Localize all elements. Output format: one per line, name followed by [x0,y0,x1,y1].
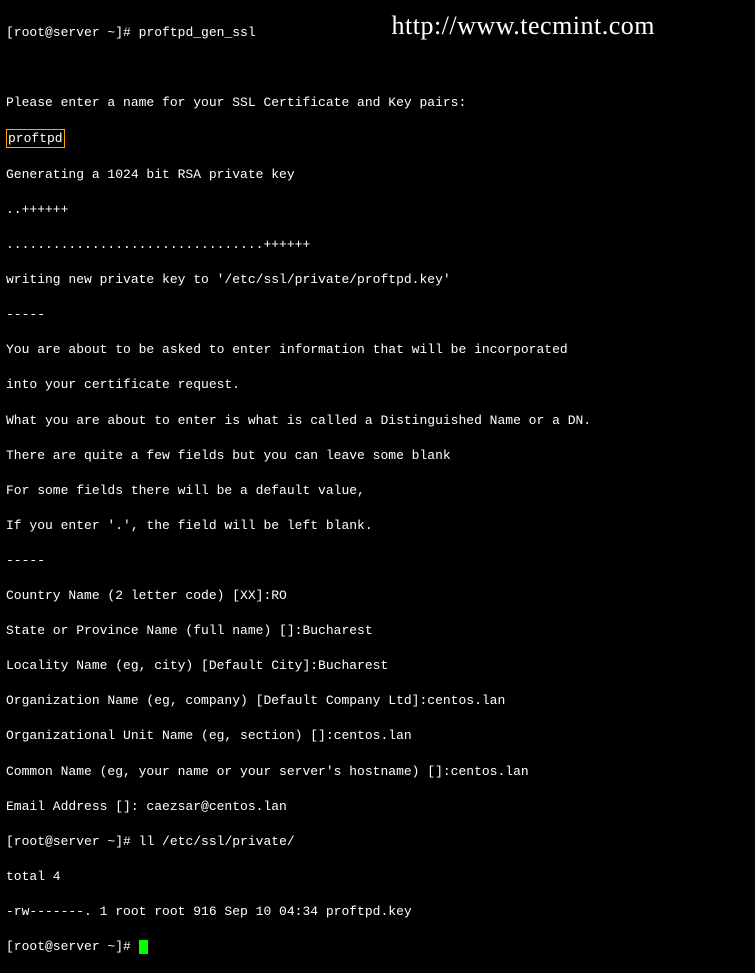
command-line-3[interactable]: [root@server ~]# [6,938,749,956]
info-line-4: There are quite a few fields but you can… [6,447,749,465]
common-name-line: Common Name (eg, your name or your serve… [6,763,749,781]
watermark-url: http://www.tecmint.com [392,8,656,43]
orgunit-line: Organizational Unit Name (eg, section) [… [6,727,749,745]
ssl-name-input-line: proftpd [6,129,749,149]
info-line-1: You are about to be asked to enter infor… [6,341,749,359]
progress-line-1: ..++++++ [6,201,749,219]
dash-separator-1: ----- [6,306,749,324]
command-text: ll /etc/ssl/private/ [139,834,295,849]
writing-key-line: writing new private key to '/etc/ssl/pri… [6,271,749,289]
command-line-2: [root@server ~]# ll /etc/ssl/private/ [6,833,749,851]
blank-line [6,59,749,77]
info-line-3: What you are about to enter is what is c… [6,412,749,430]
country-line: Country Name (2 letter code) [XX]:RO [6,587,749,605]
command-text: proftpd_gen_ssl [139,25,256,40]
total-line: total 4 [6,868,749,886]
info-line-6: If you enter '.', the field will be left… [6,517,749,535]
org-line: Organization Name (eg, company) [Default… [6,692,749,710]
progress-line-2: .................................++++++ [6,236,749,254]
email-line: Email Address []: caezsar@centos.lan [6,798,749,816]
shell-prompt: [root@server ~]# [6,25,131,40]
terminal-cursor [139,940,148,954]
terminal-output: [root@server ~]# proftpd_gen_ssl Please … [6,6,749,973]
info-line-5: For some fields there will be a default … [6,482,749,500]
dash-separator-2: ----- [6,552,749,570]
shell-prompt: [root@server ~]# [6,939,131,954]
generating-key-line: Generating a 1024 bit RSA private key [6,166,749,184]
file-listing-line: -rw-------. 1 root root 916 Sep 10 04:34… [6,903,749,921]
state-line: State or Province Name (full name) []:Bu… [6,622,749,640]
info-line-2: into your certificate request. [6,376,749,394]
locality-line: Locality Name (eg, city) [Default City]:… [6,657,749,675]
ssl-prompt-line: Please enter a name for your SSL Certifi… [6,94,749,112]
ssl-name-highlighted: proftpd [6,129,65,149]
shell-prompt: [root@server ~]# [6,834,131,849]
